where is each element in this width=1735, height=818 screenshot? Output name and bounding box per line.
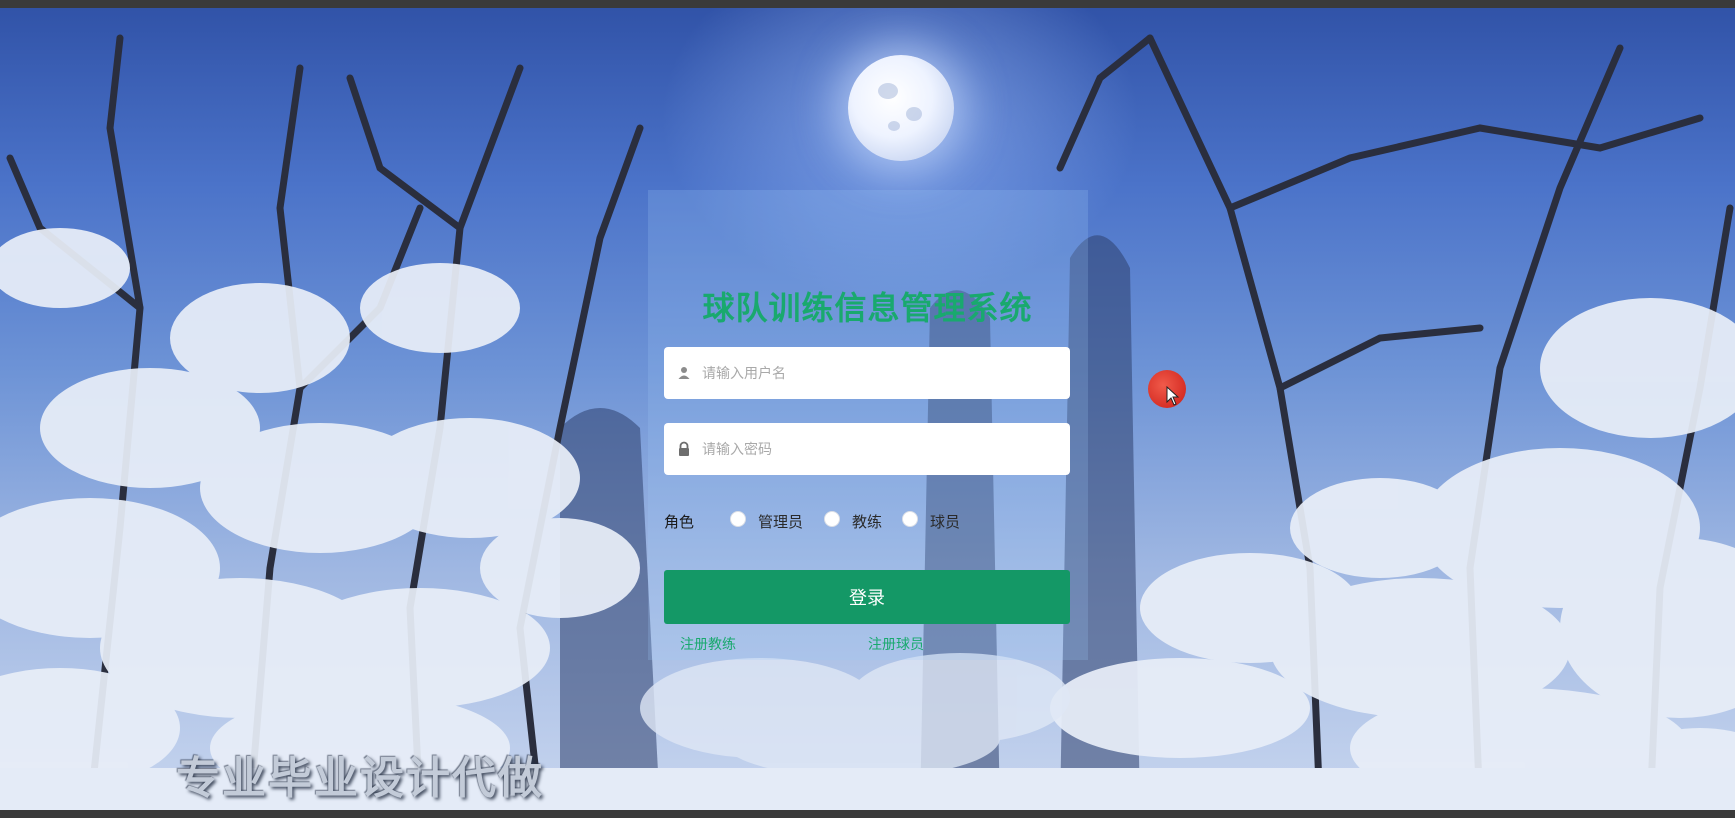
radio-coach[interactable]	[824, 511, 840, 527]
snow-on-left-trees	[0, 228, 640, 803]
register-coach-link[interactable]: 注册教练	[680, 634, 736, 654]
password-input[interactable]	[700, 423, 1064, 477]
window-bottom-edge	[0, 810, 1735, 818]
radio-admin[interactable]	[730, 511, 746, 527]
radio-admin-label[interactable]: 管理员	[758, 511, 803, 532]
username-input[interactable]	[700, 347, 1064, 401]
moon	[848, 55, 954, 161]
lock-icon	[679, 441, 689, 456]
moon-crater	[878, 83, 898, 99]
watermark-text: 专业毕业设计代做	[176, 753, 544, 804]
radio-player-label[interactable]: 球员	[930, 511, 960, 532]
moon-crater	[888, 121, 900, 131]
password-field[interactable]	[664, 423, 1070, 477]
radio-coach-label[interactable]: 教练	[852, 511, 882, 532]
mouse-cursor-icon	[1166, 386, 1180, 406]
username-field[interactable]	[664, 347, 1070, 401]
login-button[interactable]: 登录	[664, 570, 1070, 624]
window-top-edge	[0, 0, 1735, 8]
radio-player[interactable]	[902, 511, 918, 527]
role-label: 角色	[664, 513, 695, 531]
register-player-link[interactable]: 注册球员	[868, 634, 924, 654]
distant-snow-bushes	[640, 653, 1070, 778]
moon-crater	[906, 107, 922, 121]
page-title: 球队训练信息管理系统	[702, 289, 1033, 327]
user-icon	[678, 367, 690, 379]
role-selector: 角色 管理员 教练 球员	[664, 508, 1070, 532]
